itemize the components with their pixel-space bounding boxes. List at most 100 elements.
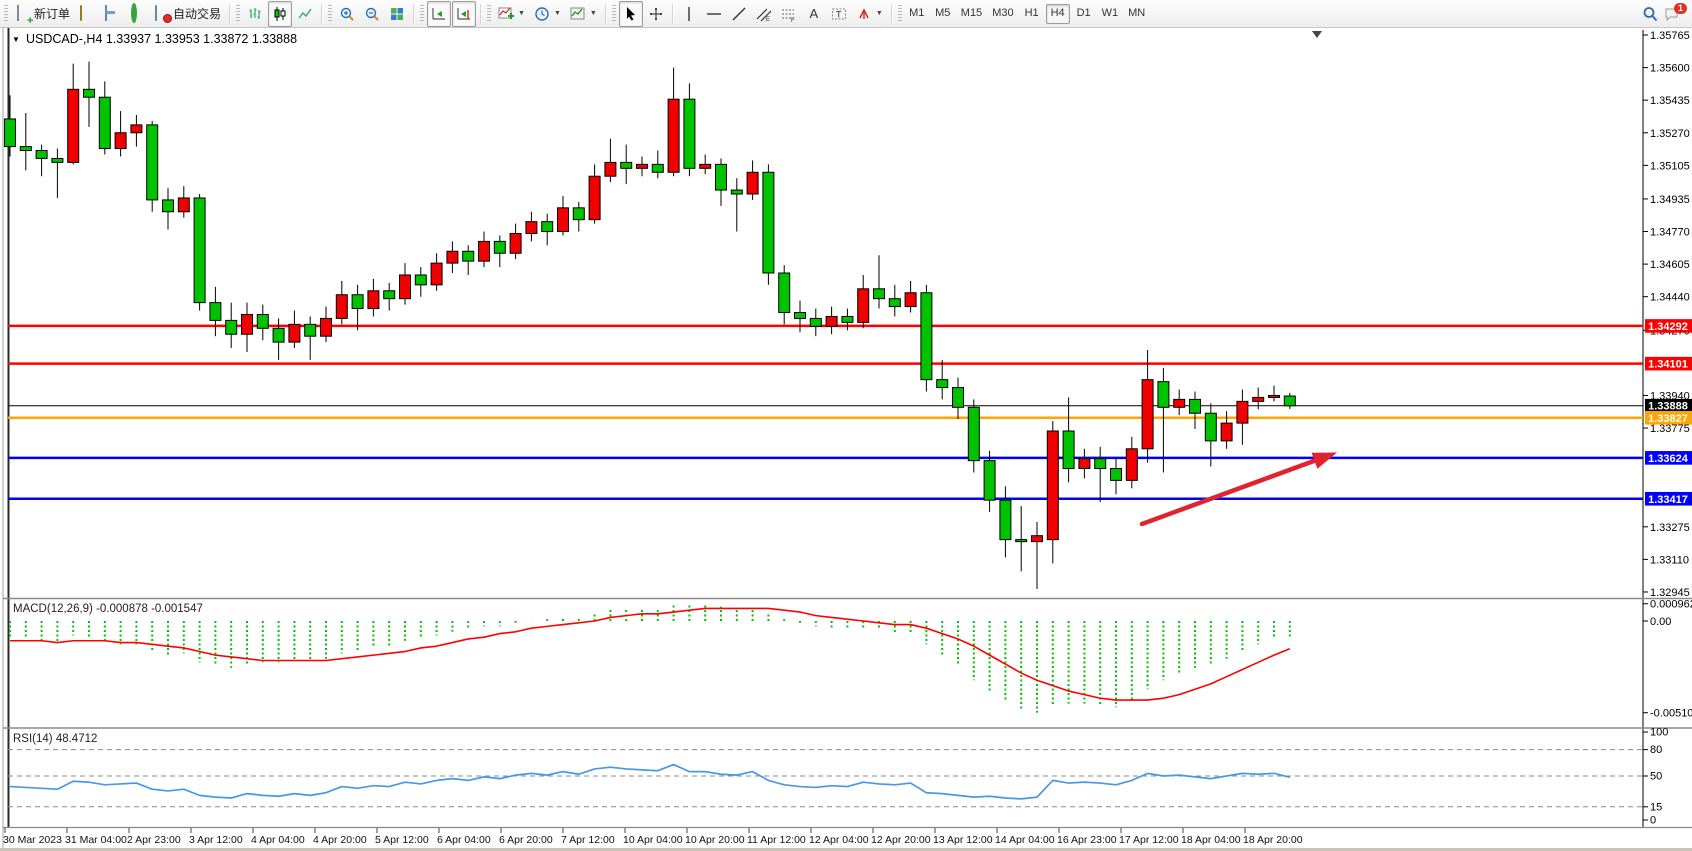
timeframe-H1[interactable]: H1	[1020, 4, 1044, 24]
equidistant-channel-tool-button[interactable]: E	[752, 1, 776, 27]
zoom-in-icon	[339, 6, 355, 22]
new-order-icon: +	[15, 6, 31, 22]
timeframe-M30[interactable]: M30	[988, 4, 1017, 24]
zoom-in-button[interactable]	[335, 1, 359, 27]
bear-candle	[763, 172, 774, 273]
fibonacci-icon: F	[781, 6, 797, 22]
bull-candle	[510, 233, 521, 253]
line-chart-icon	[297, 6, 313, 22]
tile-windows-button[interactable]	[385, 1, 409, 27]
clock-icon	[534, 6, 550, 22]
bull-candle	[668, 99, 679, 172]
timeframe-MN[interactable]: MN	[1124, 4, 1149, 24]
bull-candle	[289, 324, 300, 342]
text-label-tool-button[interactable]: T	[827, 1, 851, 27]
chart-symbol-dropdown[interactable]: ▼	[12, 35, 20, 44]
new-order-button[interactable]: + 新订单	[11, 1, 74, 27]
price-tick-label: 1.35270	[1650, 128, 1690, 140]
horizontal-line-icon	[706, 6, 722, 22]
bull-candle	[1237, 401, 1248, 423]
zoom-out-button[interactable]	[360, 1, 384, 27]
auto-trading-button[interactable]: 自动交易	[150, 1, 225, 27]
time-axis-label: 12 Apr 04:00	[809, 834, 869, 846]
bar-chart-mode-button[interactable]	[243, 1, 267, 27]
rsi-indicator-label: RSI(14) 48.4712	[13, 733, 97, 745]
bear-candle	[194, 198, 205, 303]
periods-button[interactable]: ▼	[530, 1, 565, 27]
indicators-button[interactable]: ▼	[494, 1, 529, 27]
horizontal-line-tool-button[interactable]	[702, 1, 726, 27]
time-axis-label: 6 Apr 20:00	[499, 834, 553, 846]
text-tool-icon: A	[806, 6, 822, 22]
bull-candle	[605, 162, 616, 176]
bear-candle	[257, 314, 268, 328]
text-label-icon: T	[831, 6, 847, 22]
bull-candle	[242, 314, 253, 334]
svg-text:F: F	[791, 18, 795, 22]
text-tool-button[interactable]: A	[802, 1, 826, 27]
bull-candle	[368, 291, 379, 309]
timeframe-M1[interactable]: M1	[905, 4, 929, 24]
search-icon[interactable]	[1642, 6, 1658, 22]
time-axis-label: 14 Apr 04:00	[995, 834, 1055, 846]
time-axis-label: 30 Mar 2023	[3, 834, 62, 846]
bear-candle	[273, 328, 284, 342]
bear-candle	[226, 320, 237, 334]
toolbox-button[interactable]	[75, 1, 99, 27]
auto-scroll-icon	[431, 6, 447, 22]
chart-shift-button[interactable]	[452, 1, 476, 27]
bear-candle	[810, 318, 821, 326]
vertical-line-icon	[681, 6, 697, 22]
timeframe-M15[interactable]: M15	[957, 4, 986, 24]
bear-candle	[147, 125, 158, 200]
candlestick-mode-button[interactable]	[268, 1, 292, 27]
toolbar-grip[interactable]	[4, 5, 8, 23]
bear-candle	[1158, 382, 1169, 408]
crosshair-icon	[648, 6, 664, 22]
price-tick-label: 1.34935	[1650, 194, 1690, 206]
vertical-line-tool-button[interactable]	[677, 1, 701, 27]
svg-text:E: E	[766, 17, 770, 22]
periods-caret: ▼	[554, 10, 561, 17]
new-order-label: 新订单	[34, 5, 70, 22]
time-axis-label: 4 Apr 04:00	[251, 834, 305, 846]
auto-trading-label: 自动交易	[173, 5, 221, 22]
tile-windows-icon	[389, 6, 405, 22]
zoom-out-icon	[364, 6, 380, 22]
time-axis-label: 10 Apr 20:00	[685, 834, 745, 846]
price-badge-label: 1.34292	[1648, 321, 1688, 333]
equidistant-channel-icon: E	[756, 6, 772, 22]
crosshair-tool-button[interactable]	[644, 1, 668, 27]
fibonacci-tool-button[interactable]: F	[777, 1, 801, 27]
price-tick-label: 1.35435	[1650, 95, 1690, 107]
arrows-tool-button[interactable]: ▼	[852, 1, 887, 27]
bull-candle	[131, 125, 142, 133]
market-watch-button[interactable]	[125, 1, 149, 27]
rsi-axis-label: 15	[1650, 801, 1662, 813]
bull-candle	[479, 241, 490, 261]
timeframe-M5[interactable]: M5	[931, 4, 955, 24]
price-tick-label: 1.33275	[1650, 522, 1690, 534]
line-chart-mode-button[interactable]	[293, 1, 317, 27]
bull-candle	[1142, 380, 1153, 449]
cursor-tool-button[interactable]	[619, 1, 643, 27]
templates-button[interactable]: ▼	[566, 1, 601, 27]
notifications-button[interactable]: 1	[1664, 6, 1684, 22]
bear-candle	[921, 293, 932, 380]
timeframe-H4[interactable]: H4	[1046, 4, 1070, 24]
bear-candle	[1111, 469, 1122, 481]
bull-candle	[68, 89, 79, 162]
timeframe-W1[interactable]: W1	[1098, 4, 1123, 24]
auto-scroll-button[interactable]	[427, 1, 451, 27]
bear-candle	[889, 299, 900, 307]
new-chart-button[interactable]	[100, 1, 124, 27]
price-tick-label: 1.33110	[1650, 554, 1689, 566]
bull-candle	[321, 318, 332, 336]
trendline-tool-button[interactable]	[727, 1, 751, 27]
timeframe-D1[interactable]: D1	[1072, 4, 1096, 24]
bull-candle	[115, 133, 126, 149]
bear-candle	[1205, 413, 1216, 441]
auto-trading-icon	[154, 6, 170, 22]
time-axis-label: 11 Apr 12:00	[747, 834, 806, 846]
bear-candle	[573, 208, 584, 220]
